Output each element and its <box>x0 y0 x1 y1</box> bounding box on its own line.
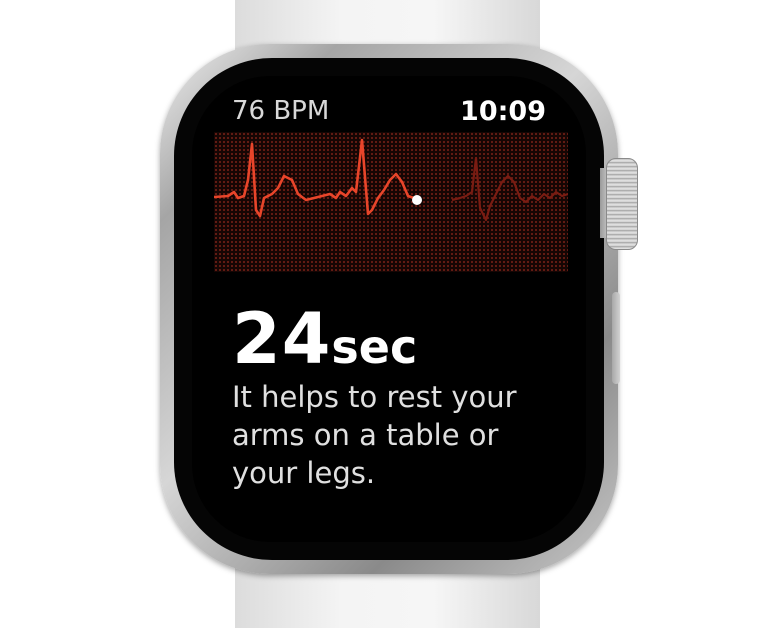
ecg-trace <box>214 138 416 218</box>
ecg-waveform-graph <box>214 138 568 222</box>
countdown-value: 24 <box>232 298 332 380</box>
heart-rate-readout: 76 BPM <box>232 96 330 126</box>
side-button[interactable] <box>612 292 620 384</box>
countdown-timer: 24sec <box>232 304 417 374</box>
countdown-unit: sec <box>331 320 418 374</box>
ecg-cursor-dot <box>412 195 422 205</box>
clock-time: 10:09 <box>460 96 546 127</box>
ecg-waveform-panel <box>214 132 568 272</box>
ecg-trace-faded <box>451 156 568 222</box>
instruction-text: It helps to rest your arms on a table or… <box>232 380 517 490</box>
watch-screen: 76 BPM 10:09 24sec It helps to rest your… <box>192 76 586 542</box>
status-bar: 76 BPM 10:09 <box>232 96 546 130</box>
digital-crown-icon[interactable] <box>606 158 638 250</box>
